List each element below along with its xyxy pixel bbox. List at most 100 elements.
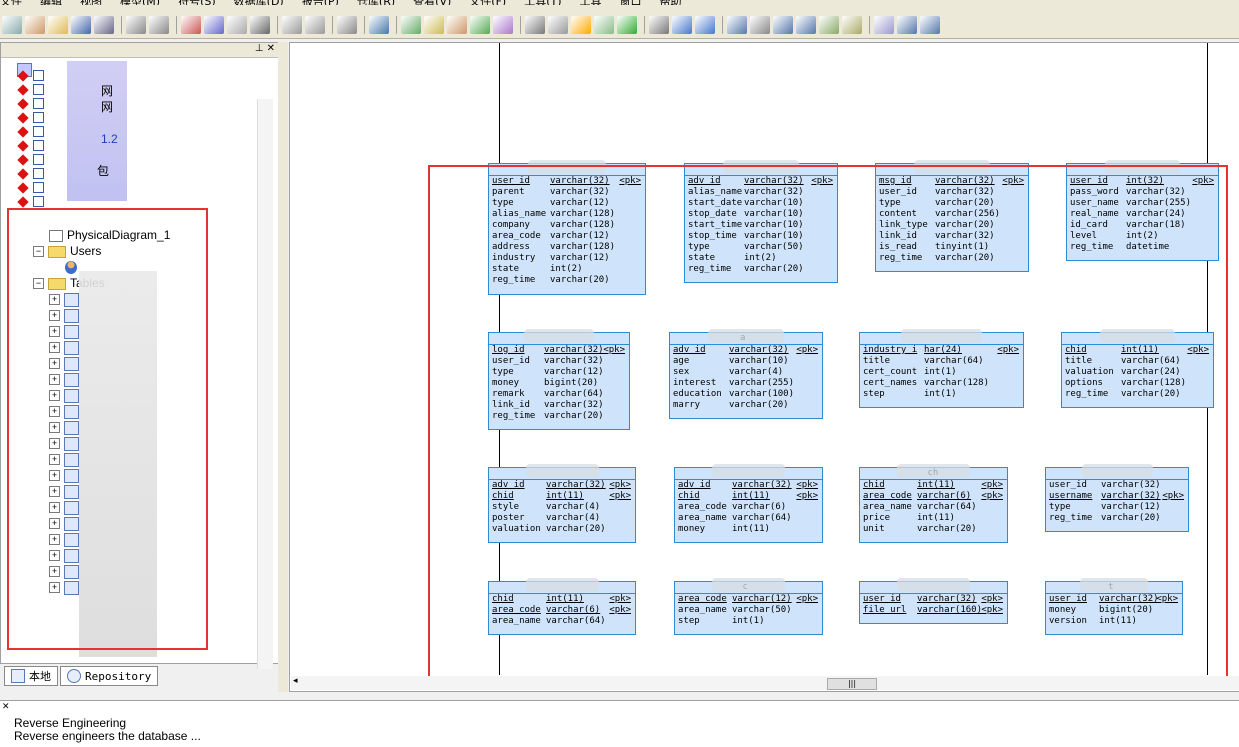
model-diamond-icon: [17, 70, 29, 82]
toolbar-button-icon[interactable]: [2, 16, 22, 34]
menu-item[interactable]: 帮助: [660, 0, 682, 5]
toolbar-button-icon[interactable]: [750, 16, 770, 34]
panel-tabs: 本地 Repository: [4, 666, 160, 686]
toolbar-button-icon[interactable]: [71, 16, 91, 34]
package-icon: [33, 182, 44, 194]
canvas-hscrollbar[interactable]: ◂ |||: [291, 676, 1239, 690]
package-icon: [33, 168, 44, 180]
tab-local[interactable]: 本地: [4, 666, 58, 686]
toolbar-button-icon[interactable]: [920, 16, 940, 34]
tab-label: 本地: [29, 670, 51, 683]
toolbar-button-icon[interactable]: [571, 16, 591, 34]
model-diamond-icon: [17, 98, 29, 110]
output-line: Reverse Engineering: [14, 716, 127, 730]
toolbar-button-icon[interactable]: [204, 16, 224, 34]
highlight-box-diagram: [428, 165, 1228, 681]
package-icon: [33, 98, 44, 110]
close-icon[interactable]: ✕: [2, 702, 10, 712]
package-icon: [33, 112, 44, 124]
toolbar-separator: [121, 16, 122, 34]
toolbar-button-icon[interactable]: [149, 16, 169, 34]
toolbar: 文件 编辑 视图 模型(M) 符号(S) 数据库(D) 报告(P) 仓库(R) 查看(V) 文件(…: [0, 0, 1239, 39]
menu-item[interactable]: 工具: [580, 0, 602, 5]
menu-item[interactable]: 仓库(R): [357, 0, 395, 5]
menu-bar: 文件 编辑 视图 模型(M) 符号(S) 数据库(D) 报告(P) 仓库(R) 查看(V) 文件(…: [0, 0, 760, 5]
toolbar-separator: [364, 16, 365, 34]
output-line: Reverse engineers the database ...: [14, 729, 201, 743]
toolbar-button-icon[interactable]: [282, 16, 302, 34]
tab-repository[interactable]: Repository: [60, 666, 159, 686]
toolbar-button-icon[interactable]: [48, 16, 68, 34]
toolbar-buttons: [2, 14, 943, 36]
tree-scrollbar[interactable]: [257, 99, 273, 669]
toolbar-button-icon[interactable]: [617, 16, 637, 34]
model-diamond-icon: [17, 112, 29, 124]
toolbar-button-icon[interactable]: [649, 16, 669, 34]
repository-icon: [67, 669, 81, 683]
toolbar-button-icon[interactable]: [842, 16, 862, 34]
toolbar-button-icon[interactable]: [796, 16, 816, 34]
menu-item[interactable]: 文件: [0, 0, 22, 5]
package-icon: [33, 84, 44, 96]
toolbar-button-icon[interactable]: [594, 16, 614, 34]
tree-fragment: 网: [101, 84, 114, 98]
menu-item[interactable]: 窗口: [620, 0, 642, 5]
toolbar-separator: [277, 16, 278, 34]
menu-item[interactable]: 编辑: [40, 0, 62, 5]
menu-item[interactable]: 查看(V): [413, 0, 451, 5]
menu-item[interactable]: 文件(F): [469, 0, 506, 5]
toolbar-button-icon[interactable]: [672, 16, 692, 34]
toolbar-button-icon[interactable]: [874, 16, 894, 34]
toolbar-button-icon[interactable]: [424, 16, 444, 34]
toolbar-button-icon[interactable]: [94, 16, 114, 34]
toolbar-button-icon[interactable]: [401, 16, 421, 34]
toolbar-separator: [396, 16, 397, 34]
model-diamond-icon: [17, 168, 29, 180]
toolbar-separator: [520, 16, 521, 34]
close-icon[interactable]: ⊥ ✕: [255, 43, 275, 54]
toolbar-button-icon[interactable]: [525, 16, 545, 34]
tree-fragment: 网: [101, 100, 114, 114]
scroll-thumb[interactable]: |||: [827, 678, 877, 690]
panel-titlebar: ⊥ ✕: [1, 43, 278, 58]
toolbar-button-icon[interactable]: [470, 16, 490, 34]
toolbar-button-icon[interactable]: [181, 16, 201, 34]
tree-fragment: 1.2: [101, 132, 118, 146]
menu-item[interactable]: 工具(T): [524, 0, 561, 5]
toolbar-button-icon[interactable]: [447, 16, 467, 34]
menu-item[interactable]: 数据库(D): [234, 0, 284, 5]
package-icon: [33, 196, 44, 208]
scroll-left-icon[interactable]: ◂: [293, 676, 298, 686]
tree-item-model[interactable]: [17, 193, 48, 209]
toolbar-separator: [176, 16, 177, 34]
model-diamond-icon: [17, 140, 29, 152]
toolbar-button-icon[interactable]: [695, 16, 715, 34]
toolbar-button-icon[interactable]: [548, 16, 568, 34]
tab-label: Repository: [85, 669, 152, 683]
package-icon: [33, 140, 44, 152]
model-diamond-icon: [17, 182, 29, 194]
menu-item[interactable]: 报告(P): [302, 0, 339, 5]
toolbar-button-icon[interactable]: [369, 16, 389, 34]
toolbar-button-icon[interactable]: [337, 16, 357, 34]
toolbar-button-icon[interactable]: [819, 16, 839, 34]
splitter[interactable]: [278, 42, 288, 692]
toolbar-separator: [332, 16, 333, 34]
output-panel: ✕ Reverse Engineering Reverse engineers …: [0, 700, 1239, 747]
toolbar-button-icon[interactable]: [727, 16, 747, 34]
package-icon: [33, 70, 44, 82]
menu-item[interactable]: 符号(S): [178, 0, 216, 5]
toolbar-button-icon[interactable]: [897, 16, 917, 34]
toolbar-button-icon[interactable]: [25, 16, 45, 34]
package-icon: [33, 154, 44, 166]
menu-item[interactable]: 模型(M): [120, 0, 160, 5]
toolbar-button-icon[interactable]: [126, 16, 146, 34]
menu-item[interactable]: 视图: [80, 0, 102, 5]
toolbar-button-icon[interactable]: [227, 16, 247, 34]
toolbar-button-icon[interactable]: [773, 16, 793, 34]
toolbar-button-icon[interactable]: [305, 16, 325, 34]
highlight-box-tree: [7, 208, 208, 650]
toolbar-button-icon[interactable]: [493, 16, 513, 34]
model-diamond-icon: [17, 154, 29, 166]
toolbar-button-icon[interactable]: [250, 16, 270, 34]
